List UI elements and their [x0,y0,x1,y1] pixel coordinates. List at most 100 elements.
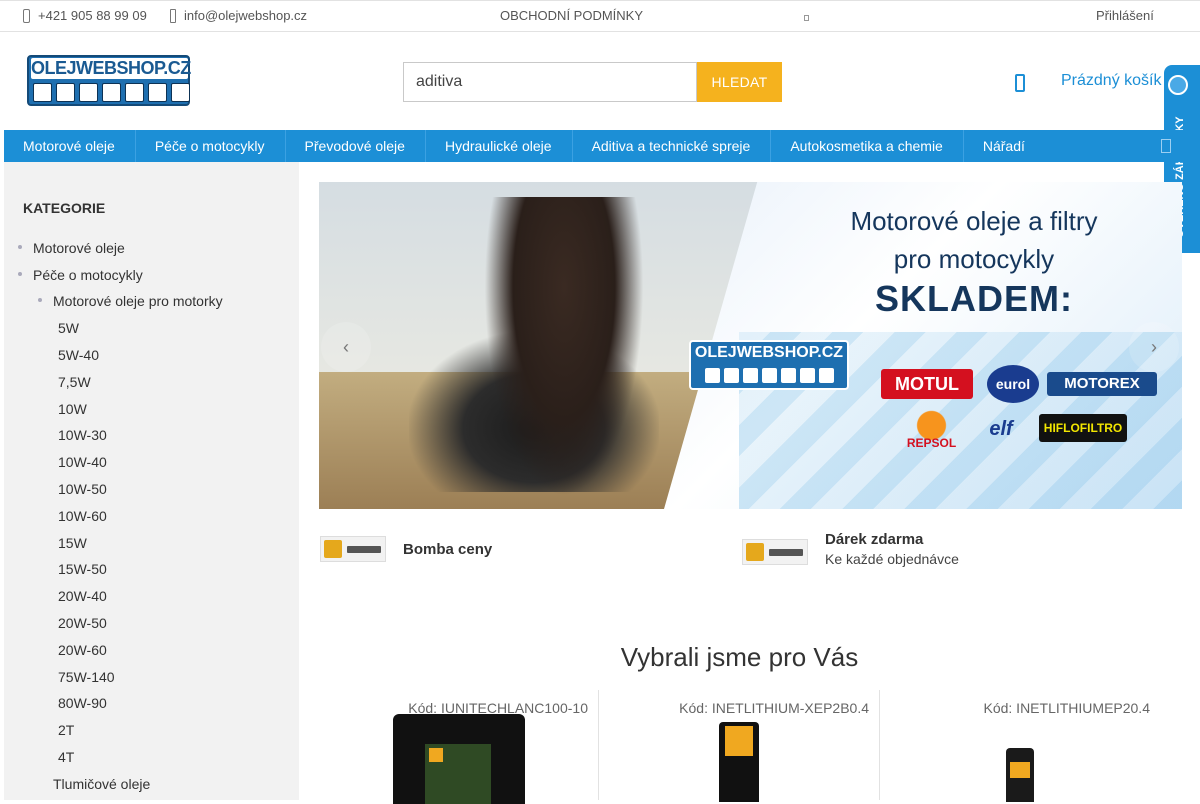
sidebar-item-motorcycle-oils[interactable]: Motorové oleje pro motorky [38,293,223,309]
sidebar-item-20w-40[interactable]: 20W-40 [58,588,107,604]
logo-icon-3 [79,83,98,102]
sidebar-item-label[interactable]: Motorové oleje [33,240,125,256]
logo-icon-4 [102,83,121,102]
sidebar-item-80w-90[interactable]: 80W-90 [58,695,107,711]
email-address[interactable]: info@olejwebshop.cz [184,8,307,23]
sidebar-item-10w-60[interactable]: 10W-60 [58,508,107,524]
nav-item-hydraulic-oils[interactable]: Hydraulické oleje [426,130,573,162]
search-form: HLEDAT [403,62,782,102]
slider-prev-button[interactable]: ‹ [321,322,371,372]
brand-eurol: eurol [987,365,1039,403]
promo-title: Bomba ceny [403,540,493,558]
nav-item-motorcycle-care[interactable]: Péče o motocykly [136,130,286,162]
top-bar: +421 905 88 99 09 info@olejwebshop.cz OB… [0,0,1200,32]
product-image[interactable] [719,722,759,802]
product-code: Kód: INETLITHIUMEP20.4 [983,700,1150,716]
brand-motul: MOTUL [881,369,973,399]
banner-logo-icons [691,368,847,383]
logo-text: OLEJWEBSHOP.CZ [31,58,191,79]
terms-link[interactable]: OBCHODNÍ PODMÍNKY [500,8,643,23]
sidebar-item-20w-50[interactable]: 20W-50 [58,615,107,631]
banner-logo-icon [780,368,796,383]
search-input[interactable] [403,62,697,102]
nav-item-car-cosmetics[interactable]: Autokosmetika a chemie [771,130,964,162]
wsw-logo-icon [429,748,443,762]
banner-logo-icon [723,368,739,383]
hero-banner[interactable]: Motorové oleje a filtry pro motocykly SK… [319,182,1182,509]
promo-subtitle: Ke každé objednávce [825,551,959,567]
sidebar-item-label[interactable]: Motorové oleje pro motorky [53,293,223,309]
brand-hiflofiltro: HIFLOFILTRO [1039,414,1127,442]
product-code: Kód: INETLITHIUM-XEP2B0.4 [679,700,869,716]
banner-logo-icon [761,368,777,383]
search-button[interactable]: HLEDAT [697,62,782,102]
brand-repsol: REPSOL [904,410,959,454]
sidebar-item-15w-50[interactable]: 15W-50 [58,561,107,577]
logo-icon-1 [33,83,52,102]
email-contact[interactable]: info@olejwebshop.cz [170,8,307,23]
sidebar-item-10w-40[interactable]: 10W-40 [58,454,107,470]
logo-icon-2 [56,83,75,102]
sidebar-item-label[interactable]: Péče o motocykly [33,267,143,283]
phone-icon [23,8,30,23]
main-nav: Motorové oleje Péče o motocykly Převodov… [4,130,1200,162]
sidebar-item-5w[interactable]: 5W [58,320,79,336]
wsw-logo-icon [1010,762,1030,778]
banner-logo-icon [742,368,758,383]
sidebar-item-5w-40[interactable]: 5W-40 [58,347,99,363]
banner-logo-icon [799,368,815,383]
banner-logo-icon [818,368,834,383]
sidebar-item-motor-oils[interactable]: Motorové oleje [18,240,125,256]
promo-free-gift[interactable]: Dárek zdarma Ke každé objednávce [742,531,959,567]
sidebar-title: KATEGORIE [23,200,106,216]
brand-elf: elf [989,418,1013,440]
product-card[interactable]: Kód: INETLITHIUM-XEP2B0.4 [599,690,880,802]
mail-icon [170,8,176,23]
phone-contact[interactable]: +421 905 88 99 09 [23,8,147,23]
sidebar-item-4t[interactable]: 4T [58,749,74,765]
logo-icon-7 [171,83,190,102]
phone-number[interactable]: +421 905 88 99 09 [38,8,147,23]
bullet-icon [18,245,22,249]
logo-icon-5 [125,83,144,102]
recommended-title: Vybrali jsme pro Vás [620,642,859,672]
site-logo[interactable]: OLEJWEBSHOP.CZ [27,55,191,106]
sidebar-item-10w-50[interactable]: 10W-50 [58,481,107,497]
promo-title: Dárek zdarma [825,531,924,548]
cart-icon[interactable] [1015,74,1025,92]
cart-label[interactable]: Prázdný košík [1061,72,1161,90]
bomb-price-icon [320,536,386,562]
sidebar-item-10w-30[interactable]: 10W-30 [58,427,107,443]
brand-motorex: MOTOREX [1047,372,1157,396]
sidebar-item-2t[interactable]: 2T [58,722,74,738]
sidebar-item-15w[interactable]: 15W [58,535,87,551]
banner-line-3: SKLADEM: [875,278,1073,319]
sidebar-item-10w[interactable]: 10W [58,401,87,417]
menu-more-icon[interactable] [804,15,809,21]
sidebar-item-20w-60[interactable]: 20W-60 [58,642,107,658]
banner-logo: OLEJWEBSHOP.CZ [689,340,849,390]
wsw-logo-icon [725,726,753,756]
banner-line-1: Motorové oleje a filtry [850,206,1098,236]
nav-more-icon[interactable] [1161,139,1171,153]
sidebar-item-7-5w[interactable]: 7,5W [58,374,91,390]
bullet-icon [38,298,42,302]
category-sidebar: KATEGORIE Motorové oleje Péče o motocykl… [4,162,299,800]
badge-seal-icon [1168,75,1188,95]
rider-image [484,197,644,497]
product-card[interactable]: Kód: INETLITHIUMEP20.4 [880,690,1160,802]
promo-best-prices[interactable]: Bomba ceny [320,536,492,562]
product-image[interactable] [393,714,525,804]
nav-item-additives[interactable]: Aditiva a technické spreje [573,130,772,162]
nav-item-gear-oils[interactable]: Převodové oleje [286,130,426,162]
nav-item-motor-oils[interactable]: Motorové oleje [4,130,136,162]
product-card[interactable]: Kód: IUNITECHLANC100-10 [319,690,599,804]
sidebar-item-motorcycle-care[interactable]: Péče o motocykly [18,267,143,283]
product-image[interactable] [1006,748,1034,802]
slider-next-button[interactable]: › [1129,322,1179,372]
nav-item-tools[interactable]: Nářadí [964,130,1045,162]
sidebar-item-shock-oils[interactable]: Tlumičové oleje [53,776,150,792]
banner-headline: Motorové oleje a filtry pro motocykly SK… [779,202,1169,320]
login-link[interactable]: Přihlášení [1096,8,1154,23]
sidebar-item-75w-140[interactable]: 75W-140 [58,669,115,685]
